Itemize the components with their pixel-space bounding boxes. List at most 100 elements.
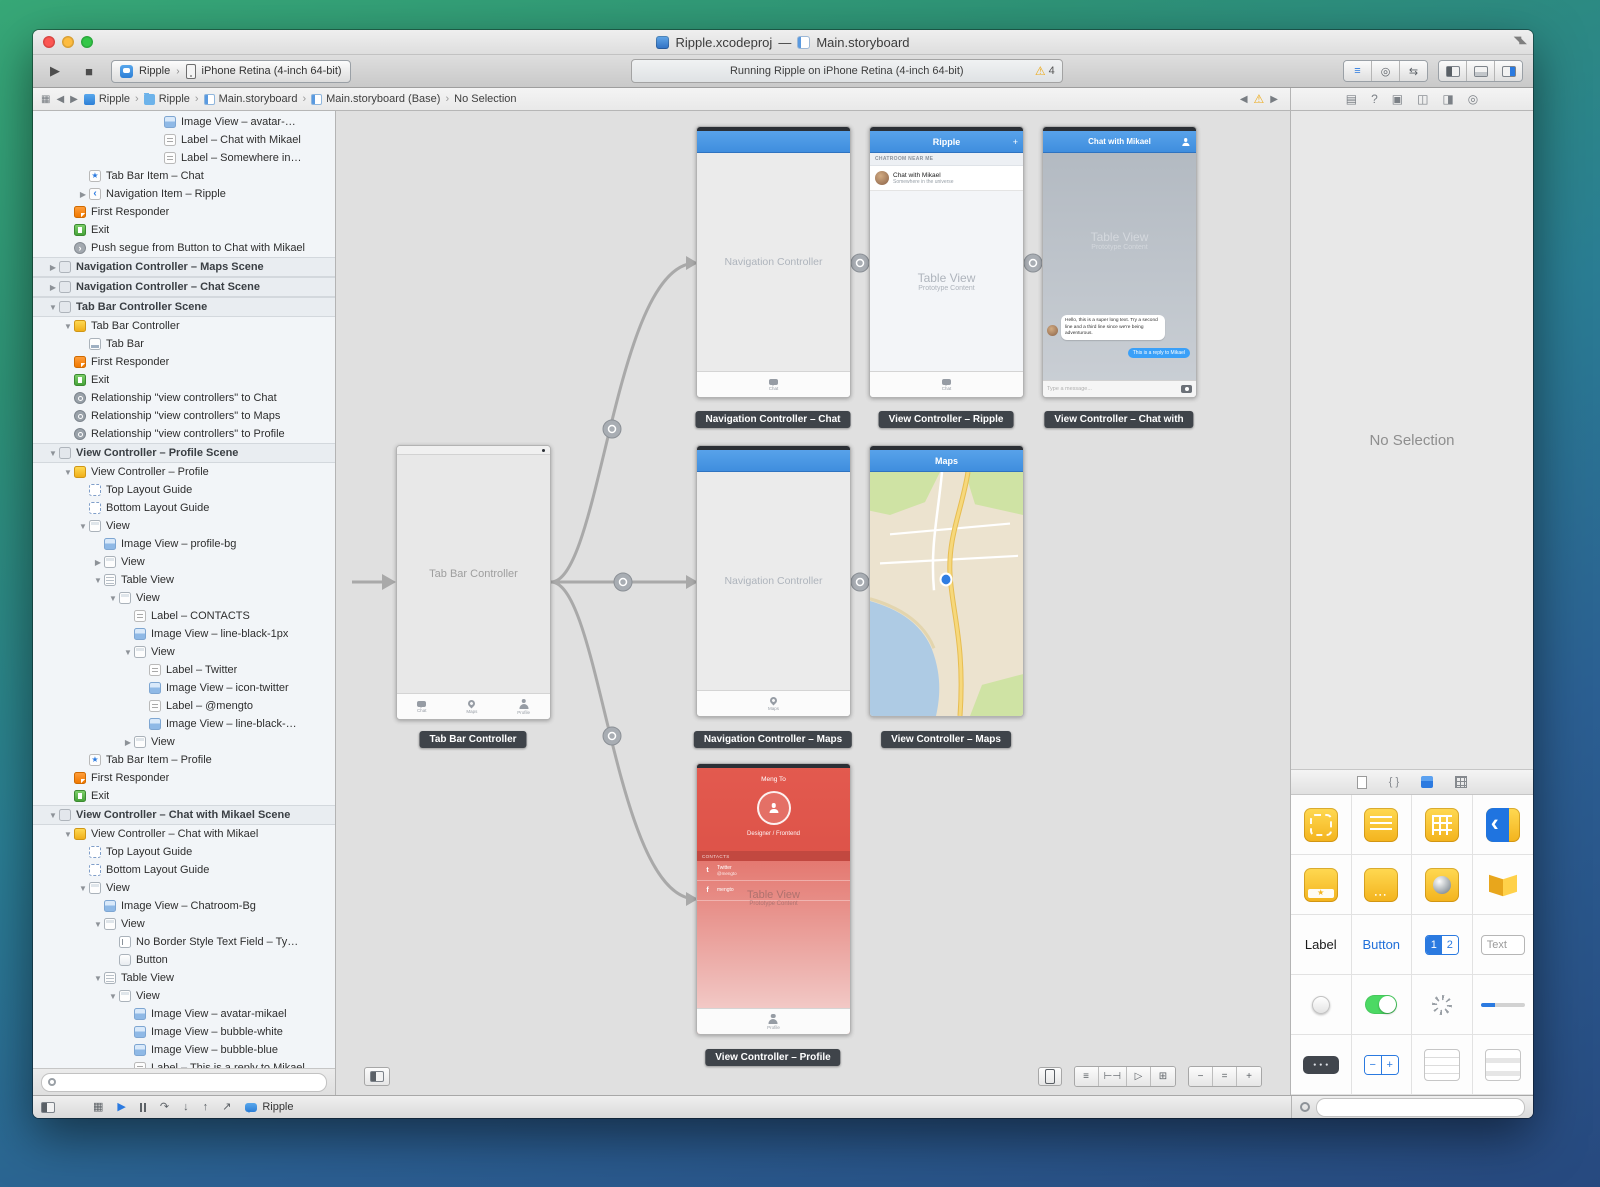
- library-item-page-view-controller[interactable]: [1352, 855, 1413, 915]
- outline-item[interactable]: Label – CONTACTS: [33, 607, 335, 625]
- media-library-icon[interactable]: [1455, 776, 1467, 788]
- outline-item[interactable]: No Border Style Text Field – Ty…: [33, 933, 335, 951]
- debug-process-badge[interactable]: Ripple: [245, 1101, 293, 1113]
- zoom-out-button[interactable]: −: [1189, 1067, 1213, 1086]
- disclosure-triangle[interactable]: ▼: [47, 449, 59, 458]
- outline-item[interactable]: Bottom Layout Guide: [33, 861, 335, 879]
- outline-item[interactable]: Image View – profile-bg: [33, 535, 335, 553]
- outline-item[interactable]: First Responder: [33, 353, 335, 371]
- library-item-collection-view-controller[interactable]: [1412, 795, 1473, 855]
- library-item-tab-bar-controller[interactable]: [1291, 855, 1352, 915]
- run-button[interactable]: ▶: [43, 63, 67, 79]
- toggle-outline-button[interactable]: [364, 1067, 390, 1086]
- outline-item[interactable]: Push segue from Button to Chat with Mika…: [33, 239, 335, 257]
- device-size-button[interactable]: [1038, 1067, 1062, 1086]
- outline-item[interactable]: ▶Navigation Item – Ripple: [33, 185, 335, 203]
- outline-item[interactable]: Label – Twitter: [33, 661, 335, 679]
- disclosure-triangle[interactable]: ▶: [92, 558, 104, 567]
- outline-item[interactable]: Image View – line-black-…: [33, 715, 335, 733]
- disclosure-triangle[interactable]: ▼: [92, 576, 104, 585]
- segue-tbc-chat[interactable]: [551, 263, 696, 582]
- outline-item[interactable]: ▼View: [33, 589, 335, 607]
- disclosure-triangle[interactable]: ▼: [92, 974, 104, 983]
- connections-inspector-icon[interactable]: ◎: [1468, 93, 1478, 105]
- scene-view-controller-ripple[interactable]: Ripple + CHATROOM NEAR ME Chat with Mika…: [869, 126, 1024, 398]
- outline-item[interactable]: Image View – Chatroom-Bg: [33, 897, 335, 915]
- quick-help-inspector-icon[interactable]: ?: [1371, 93, 1378, 105]
- disclosure-triangle[interactable]: ▶: [47, 263, 59, 272]
- library-filter-input[interactable]: [1323, 1101, 1518, 1114]
- outline-item[interactable]: Tab Bar: [33, 335, 335, 353]
- identity-inspector-icon[interactable]: ▣: [1392, 93, 1403, 105]
- scene-chip-tab-bar-controller[interactable]: Tab Bar Controller: [419, 731, 526, 748]
- scene-navigation-controller-chat[interactable]: Navigation Controller Chat: [696, 126, 851, 398]
- related-items-icon[interactable]: ▦: [41, 94, 50, 105]
- zoom-button[interactable]: [81, 36, 93, 48]
- standard-editor-button[interactable]: ≡: [1344, 61, 1372, 81]
- scene-navigation-controller-maps[interactable]: Navigation Controller Maps: [696, 445, 851, 717]
- disclosure-triangle[interactable]: ▼: [62, 830, 74, 839]
- align-button[interactable]: ≡: [1075, 1067, 1099, 1086]
- outline-item[interactable]: Label – Somewhere in…: [33, 149, 335, 167]
- close-button[interactable]: [43, 36, 55, 48]
- library-item-slider[interactable]: [1291, 975, 1352, 1035]
- breadcrumb-item[interactable]: Main.storyboard: [204, 93, 298, 105]
- scene-view-controller-chat-with-mikael[interactable]: Chat with Mikael Table View Prototype Co…: [1042, 126, 1197, 398]
- outline-item[interactable]: ▶Navigation Controller – Maps Scene: [33, 257, 335, 277]
- disclosure-triangle[interactable]: ▼: [77, 884, 89, 893]
- scene-chip-nav-maps[interactable]: Navigation Controller – Maps: [694, 731, 852, 748]
- file-inspector-icon[interactable]: ▤: [1346, 93, 1357, 105]
- fullscreen-icon[interactable]: ◥◣: [1514, 35, 1525, 46]
- scene-chip-vc-chat-with[interactable]: View Controller – Chat with: [1044, 411, 1193, 428]
- outline-item[interactable]: Exit: [33, 371, 335, 389]
- outline-item[interactable]: Relationship "view controllers" to Chat: [33, 389, 335, 407]
- outline-item[interactable]: ▼View: [33, 987, 335, 1005]
- outline-item[interactable]: Bottom Layout Guide: [33, 499, 335, 517]
- outline-item[interactable]: Top Layout Guide: [33, 843, 335, 861]
- outline-item[interactable]: ▼View Controller – Profile: [33, 463, 335, 481]
- minimize-button[interactable]: [62, 36, 74, 48]
- outline-item[interactable]: ▼View: [33, 517, 335, 535]
- breadcrumb-item[interactable]: No Selection: [454, 93, 516, 105]
- library-item-activity-indicator[interactable]: [1412, 975, 1473, 1035]
- toggle-navigator-button[interactable]: [1439, 61, 1467, 81]
- outline-item[interactable]: ▼Table View: [33, 969, 335, 987]
- pin-button[interactable]: ⊢⊣: [1099, 1067, 1127, 1086]
- library-item-table-view[interactable]: [1412, 1035, 1473, 1095]
- outline-item[interactable]: ▼View Controller – Chat with Mikael Scen…: [33, 805, 335, 825]
- outline-item[interactable]: Label – This is a reply to Mikael: [33, 1059, 335, 1068]
- outline-item[interactable]: Label – @mengto: [33, 697, 335, 715]
- size-inspector-icon[interactable]: ◨: [1442, 93, 1453, 105]
- outline-item[interactable]: ▼View Controller – Chat with Mikael: [33, 825, 335, 843]
- outline-item[interactable]: Image View – avatar-…: [33, 113, 335, 131]
- breadcrumb-item[interactable]: Ripple: [84, 93, 130, 105]
- outline-item[interactable]: Image View – icon-twitter: [33, 679, 335, 697]
- stop-button[interactable]: ■: [77, 64, 101, 79]
- previous-issue-button[interactable]: ◀: [1240, 94, 1248, 105]
- scene-tab-bar-controller[interactable]: Tab Bar Controller Chat Maps Profile: [396, 445, 551, 720]
- back-button[interactable]: ◀: [56, 94, 64, 105]
- attributes-inspector-icon[interactable]: ◫: [1417, 93, 1428, 105]
- view-debugger-icon[interactable]: ▦: [93, 1102, 103, 1113]
- outline-item[interactable]: Image View – line-black-1px: [33, 625, 335, 643]
- outline-item[interactable]: Image View – bubble-white: [33, 1023, 335, 1041]
- outline-item[interactable]: ▶Navigation Controller – Chat Scene: [33, 277, 335, 297]
- library-item-segmented-control[interactable]: 12: [1412, 915, 1473, 975]
- outline-item[interactable]: ▶View: [33, 553, 335, 571]
- zoom-in-button[interactable]: +: [1237, 1067, 1261, 1086]
- disclosure-triangle[interactable]: ▼: [77, 522, 89, 531]
- library-item-progress-view[interactable]: [1473, 975, 1534, 1035]
- debug-area-toggle-icon[interactable]: [41, 1102, 55, 1113]
- outline-item[interactable]: Tab Bar Item – Profile: [33, 751, 335, 769]
- breadcrumb-item[interactable]: Ripple: [144, 93, 190, 105]
- assistant-editor-button[interactable]: ◎: [1372, 61, 1400, 81]
- outline-item[interactable]: ▼Table View: [33, 571, 335, 589]
- code-snippet-library-icon[interactable]: { }: [1389, 776, 1399, 788]
- library-item-stepper[interactable]: −+: [1352, 1035, 1413, 1095]
- outline-item[interactable]: ▼View: [33, 643, 335, 661]
- pause-icon[interactable]: [140, 1103, 146, 1112]
- library-item-switch[interactable]: [1352, 975, 1413, 1035]
- outline-item[interactable]: ▼Tab Bar Controller: [33, 317, 335, 335]
- scene-chip-vc-ripple[interactable]: View Controller – Ripple: [879, 411, 1014, 428]
- toggle-debug-area-button[interactable]: [1467, 61, 1495, 81]
